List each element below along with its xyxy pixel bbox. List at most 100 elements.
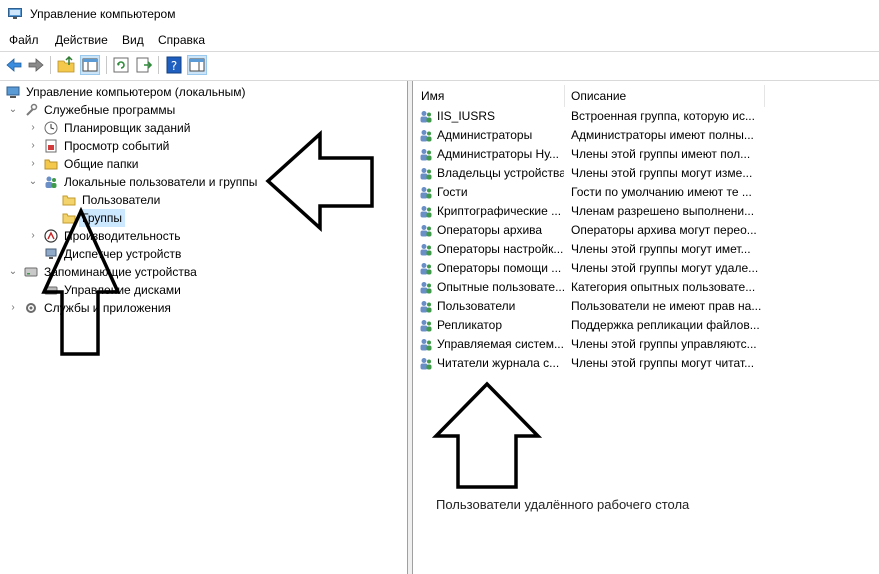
list-item[interactable]: Криптографические ... Членам разрешено вы… — [413, 202, 873, 221]
console-tree-icon — [82, 58, 98, 72]
tools-icon — [26, 103, 38, 116]
group-description: Поддержка репликации файлов... — [571, 318, 760, 332]
help-icon[interactable]: ? — [164, 55, 184, 75]
group-icon — [420, 111, 432, 123]
computer-management-icon — [8, 8, 22, 19]
group-name: Опытные пользовате... — [437, 280, 564, 294]
list-item[interactable]: Администраторы Администраторы имеют полны… — [413, 126, 873, 145]
group-description: Членам разрешено выполнени... — [571, 204, 755, 218]
list-item[interactable]: Операторы настройк... Члены этой группы м… — [413, 240, 873, 259]
refresh-icon[interactable] — [111, 55, 131, 75]
arrow-up-annotation — [432, 381, 542, 489]
column-header-description[interactable]: Описание — [571, 85, 626, 107]
toolbar: ? — [0, 51, 879, 81]
chevron-right-icon[interactable]: › — [28, 227, 38, 245]
menu-file[interactable]: Файл — [9, 33, 39, 47]
chevron-down-icon[interactable]: ⌄ — [8, 101, 18, 119]
toolbar-separator — [158, 56, 159, 74]
menu-help[interactable]: Справка — [158, 33, 205, 47]
tree-item-root[interactable]: Управление компьютером (локальным) — [0, 83, 400, 101]
list-item[interactable]: Гости Гости по умолчанию имеют те ... — [413, 183, 873, 202]
group-name: Операторы настройк... — [437, 242, 564, 256]
group-description: Операторы архива могут перео... — [571, 223, 757, 237]
group-name: Репликатор — [437, 318, 502, 332]
chevron-right-icon[interactable]: › — [8, 299, 18, 317]
forward-arrow-icon[interactable] — [26, 55, 46, 75]
group-description: Гости по умолчанию имеют те ... — [571, 185, 752, 199]
group-icon — [420, 130, 432, 142]
group-description: Пользователи не имеют прав на... — [571, 299, 762, 313]
list-item[interactable]: Управляемая систем... Члены этой группы у… — [413, 335, 873, 354]
group-icon — [420, 339, 432, 351]
group-name: Администраторы — [437, 128, 533, 142]
clock-icon — [44, 121, 58, 135]
group-icon — [420, 149, 432, 161]
toolbar-separator — [106, 56, 107, 74]
group-description: Члены этой группы могут имет... — [571, 242, 751, 256]
group-name: Администраторы Ну... — [437, 147, 560, 161]
arrow-up-annotation — [41, 207, 121, 356]
column-header-name[interactable]: Имя — [421, 85, 444, 107]
group-description: Категория опытных пользовате... — [571, 280, 756, 294]
toolbar-separator — [50, 56, 51, 74]
group-description: Члены этой группы могут удале... — [571, 261, 759, 275]
group-description: Члены этой группы могут читат... — [571, 356, 755, 370]
list-item[interactable]: Владельцы устройства Члены этой группы мо… — [413, 164, 873, 183]
event-log-icon — [45, 139, 57, 153]
window-title: Управление компьютером — [30, 7, 176, 21]
group-icon — [420, 320, 432, 332]
chevron-down-icon[interactable]: ⌄ — [8, 263, 18, 281]
up-folder-icon[interactable] — [56, 55, 76, 75]
list-item[interactable]: Пользователи Пользователи не имеют прав н… — [413, 297, 873, 316]
menu-action[interactable]: Действие — [55, 33, 108, 47]
list-item[interactable]: IIS_IUSRS Встроенная группа, которую ис..… — [413, 107, 873, 126]
group-icon — [420, 263, 432, 275]
group-name: IIS_IUSRS — [437, 109, 496, 123]
group-description: Члены этой группы могут изме... — [571, 166, 753, 180]
list-item[interactable]: Администраторы Ну... Члены этой группы им… — [413, 145, 873, 164]
group-icon — [420, 225, 432, 237]
export-list-icon[interactable] — [134, 55, 154, 75]
storage-icon — [24, 267, 38, 277]
group-description: Администраторы имеют полны... — [571, 128, 754, 142]
computer-management-icon — [6, 86, 20, 98]
group-name: Криптографические ... — [437, 204, 562, 218]
tree-label: Управление компьютером (локальным) — [26, 85, 246, 99]
tree-label: Локальные пользователи и группы — [64, 175, 258, 189]
tree-item-system-tools[interactable]: ⌄ Служебные программы — [0, 101, 400, 119]
list-item[interactable]: Репликатор Поддержка репликации файлов... — [413, 316, 873, 335]
tree-label: Планировщик заданий — [64, 121, 191, 135]
column-divider[interactable] — [564, 85, 565, 107]
group-name: Владельцы устройства — [437, 166, 564, 180]
svg-text:?: ? — [171, 59, 177, 73]
group-description: Члены этой группы имеют пол... — [571, 147, 751, 161]
list-item[interactable]: Читатели журнала с... Члены этой группы м… — [413, 354, 873, 373]
group-icon — [420, 168, 432, 180]
list-item[interactable]: Операторы помощи ... Члены этой группы мо… — [413, 259, 873, 278]
group-icon — [420, 358, 432, 370]
group-icon — [420, 301, 432, 313]
group-icon — [420, 282, 432, 294]
group-icon — [420, 187, 432, 199]
shared-folder-icon — [44, 159, 58, 170]
group-description: Члены этой группы управляютс... — [571, 337, 757, 351]
back-arrow-icon[interactable] — [4, 55, 24, 75]
tree-label: Просмотр событий — [64, 139, 170, 153]
menu-view[interactable]: Вид — [122, 33, 144, 47]
group-name: Пользователи — [437, 299, 516, 313]
chevron-right-icon[interactable]: › — [28, 119, 38, 137]
group-name: Гости — [437, 185, 468, 199]
chevron-down-icon[interactable]: ⌄ — [28, 173, 38, 191]
group-name: Читатели журнала с... — [437, 356, 560, 370]
group-name: Управляемая систем... — [437, 337, 564, 351]
show-hide-tree-button[interactable] — [80, 55, 100, 75]
group-icon — [420, 206, 432, 218]
show-hide-action-pane-button[interactable] — [187, 55, 207, 75]
list-item[interactable]: Операторы архива Операторы архива могут п… — [413, 221, 873, 240]
chevron-right-icon[interactable]: › — [28, 155, 38, 173]
services-icon — [26, 303, 36, 313]
list-item[interactable]: Опытные пользовате... Категория опытных п… — [413, 278, 873, 297]
menu-bar: Файл Действие Вид Справка — [0, 30, 879, 50]
chevron-right-icon[interactable]: › — [28, 137, 38, 155]
column-divider[interactable] — [764, 85, 765, 107]
